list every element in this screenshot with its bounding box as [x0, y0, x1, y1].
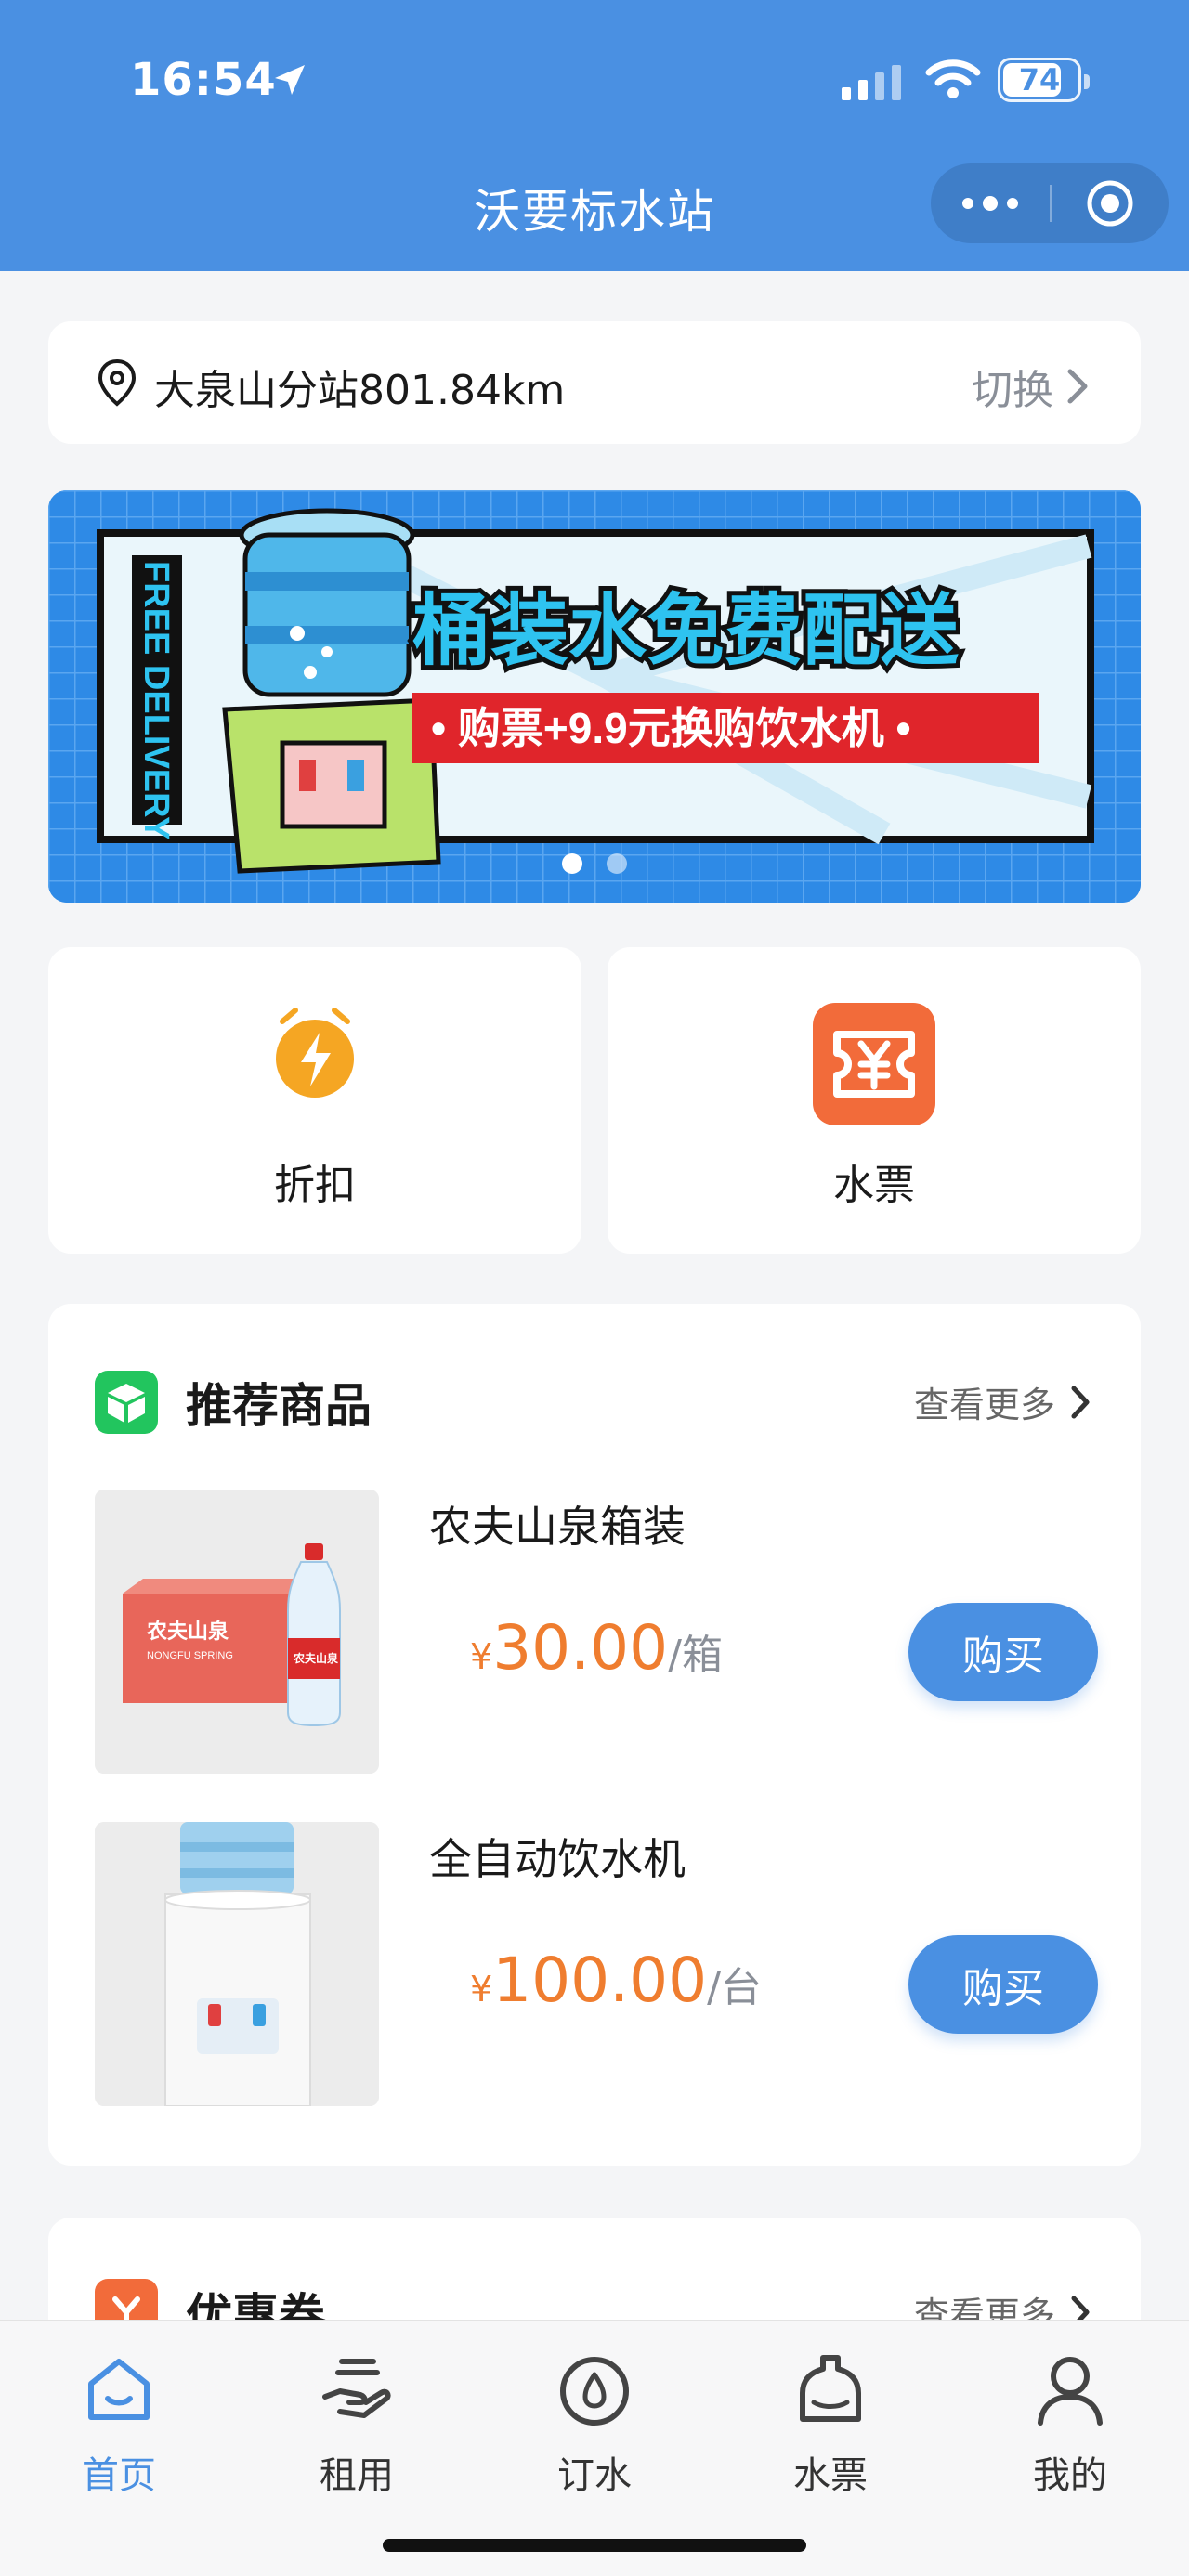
status-bar: 16:54 74 — [0, 0, 1189, 158]
hand-rent-icon — [322, 2359, 391, 2418]
battery-indicator: 74 — [998, 58, 1090, 102]
product-item[interactable]: 全自动饮水机 ¥ 100.00 /台 购买 — [95, 1822, 1098, 2106]
switch-station-button[interactable]: 切换 — [972, 357, 1089, 416]
product-name: 全自动饮水机 — [429, 1834, 686, 1884]
recommended-section: 推荐商品 查看更多 农夫山泉 NONGFU SPRING 农夫山泉 农夫山泉箱装… — [48, 1304, 1141, 2166]
buy-button[interactable]: 购买 — [908, 1935, 1098, 2034]
product-price: ¥ 100.00 /台 — [470, 1945, 762, 2016]
price-amount: 30.00 — [492, 1612, 669, 1684]
bottle-label-text: 农夫山泉 — [293, 1651, 339, 1665]
target-circle-icon — [1087, 180, 1133, 227]
station-location-card[interactable]: 大泉山分站801.84km 切换 — [48, 321, 1141, 444]
tab-water-ticket[interactable]: 水票 — [756, 2341, 905, 2497]
tab-mine[interactable]: 我的 — [996, 2341, 1144, 2497]
banner-artwork: FREE DELIVERY 桶装水免费配送 • 购票+9.9元换购饮水机 • — [48, 490, 1141, 903]
home-icon — [88, 2359, 150, 2420]
location-arrow-icon — [275, 65, 305, 95]
price-unit: /台 — [707, 1964, 762, 2011]
box-brand-text: 农夫山泉 — [146, 1620, 229, 1643]
dot-icon — [1007, 198, 1018, 209]
promo-banner[interactable]: FREE DELIVERY 桶装水免费配送 • 购票+9.9元换购饮水机 • — [48, 490, 1141, 903]
dot-icon — [983, 196, 998, 211]
price-unit: /箱 — [668, 1632, 723, 1679]
tab-order-water[interactable]: 订水 — [520, 2341, 669, 2497]
miniprogram-capsule — [931, 163, 1169, 243]
carousel-dot[interactable] — [607, 853, 627, 874]
quick-action-label: 水票 — [833, 1162, 915, 1209]
water-drop-icon — [560, 2357, 629, 2426]
chevron-right-icon — [1071, 1386, 1090, 1418]
tab-label: 我的 — [1033, 2454, 1107, 2497]
status-time: 16:54 — [130, 54, 277, 106]
section-title: 推荐商品 — [186, 1379, 372, 1433]
product-item[interactable]: 农夫山泉 NONGFU SPRING 农夫山泉 农夫山泉箱装 ¥ 30.00 /… — [95, 1490, 1098, 1774]
navigation-bar: 沃要标水站 — [0, 158, 1189, 271]
tab-label: 水票 — [793, 2454, 868, 2497]
product-name: 农夫山泉箱装 — [429, 1502, 686, 1552]
tab-rent[interactable]: 租用 — [282, 2341, 431, 2497]
tab-label: 首页 — [82, 2454, 156, 2497]
currency-symbol: ¥ — [470, 1636, 493, 1677]
wifi-icon — [925, 59, 981, 98]
close-miniprogram-button[interactable] — [1052, 163, 1169, 243]
tab-home[interactable]: 首页 — [45, 2341, 193, 2497]
more-menu-button[interactable] — [931, 163, 1050, 243]
dot-icon — [962, 198, 973, 209]
discount-card[interactable]: 折扣 — [48, 947, 581, 1254]
chevron-right-icon — [1067, 369, 1088, 404]
view-more-link[interactable]: 查看更多 — [914, 1376, 1091, 1427]
tab-label: 订水 — [557, 2454, 632, 2497]
battery-level: 74 — [1018, 62, 1061, 98]
cube-icon — [95, 1371, 158, 1434]
quick-action-label: 折扣 — [274, 1162, 356, 1209]
view-more-label: 查看更多 — [913, 1385, 1055, 1425]
banner-side-text: FREE DELIVERY — [137, 561, 176, 840]
carousel-dot-active[interactable] — [562, 853, 582, 874]
station-name: 大泉山分站801.84km — [154, 367, 566, 414]
price-amount: 100.00 — [492, 1945, 708, 2016]
water-ticket-card[interactable]: 水票 — [608, 947, 1141, 1254]
water-bottle-icon — [800, 2355, 861, 2422]
home-indicator[interactable] — [383, 2539, 806, 2552]
cellular-signal-icon — [842, 65, 901, 100]
user-icon — [1038, 2357, 1103, 2426]
buy-button[interactable]: 购买 — [908, 1603, 1098, 1701]
switch-label: 切换 — [972, 367, 1053, 414]
product-image — [95, 1822, 379, 2106]
banner-headline: 桶装水免费配送 — [412, 587, 959, 674]
bottom-tab-bar: 首页 租用 订水 水票 我的 — [0, 2320, 1189, 2576]
banner-subline: • 购票+9.9元换购饮水机 • — [431, 704, 911, 752]
currency-symbol: ¥ — [470, 1969, 493, 2010]
location-pin-icon — [98, 358, 137, 407]
box-brand-sub: NONGFU SPRING — [147, 1650, 233, 1661]
lightning-alarm-icon — [276, 1008, 354, 1098]
product-price: ¥ 30.00 /箱 — [470, 1612, 723, 1684]
yen-ticket-icon — [813, 1003, 935, 1125]
tab-label: 租用 — [320, 2454, 394, 2497]
product-image: 农夫山泉 NONGFU SPRING 农夫山泉 — [95, 1490, 379, 1774]
